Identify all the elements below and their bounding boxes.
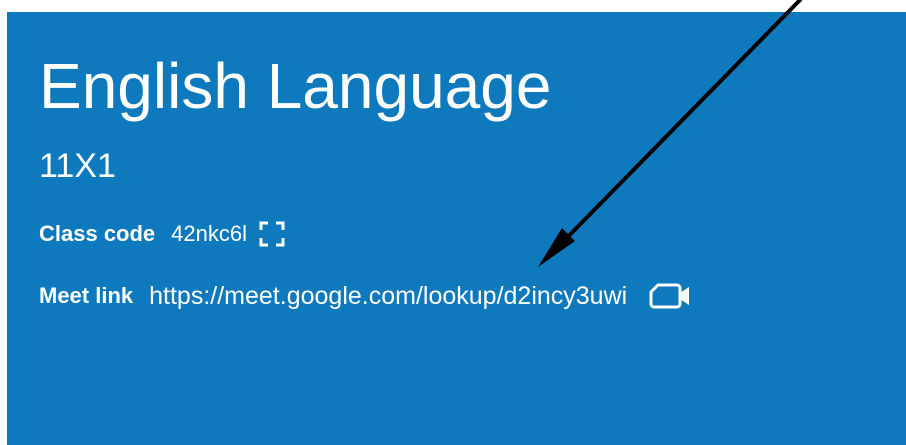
class-section: 11X1: [39, 147, 116, 185]
fullscreen-icon[interactable]: [259, 221, 285, 247]
meet-link[interactable]: https://meet.google.com/lookup/d2incy3uw…: [149, 282, 627, 311]
meet-link-row: Meet link https://meet.google.com/lookup…: [39, 278, 691, 314]
class-code-value: 42nkc6l: [171, 221, 248, 246]
fullscreen-icon-graphic: [259, 221, 285, 247]
class-banner: English Language 11X1 Class code 42nkc6l…: [7, 12, 906, 445]
class-code-label: Class code: [39, 221, 156, 246]
class-title: English Language: [39, 50, 552, 122]
video-camera-icon[interactable]: [649, 279, 691, 313]
page: English Language 11X1 Class code 42nkc6l…: [0, 0, 906, 445]
meet-link-label: Meet link: [39, 283, 134, 308]
video-camera-icon-graphic: [649, 283, 690, 309]
class-code-row: Class code 42nkc6l: [39, 216, 285, 252]
